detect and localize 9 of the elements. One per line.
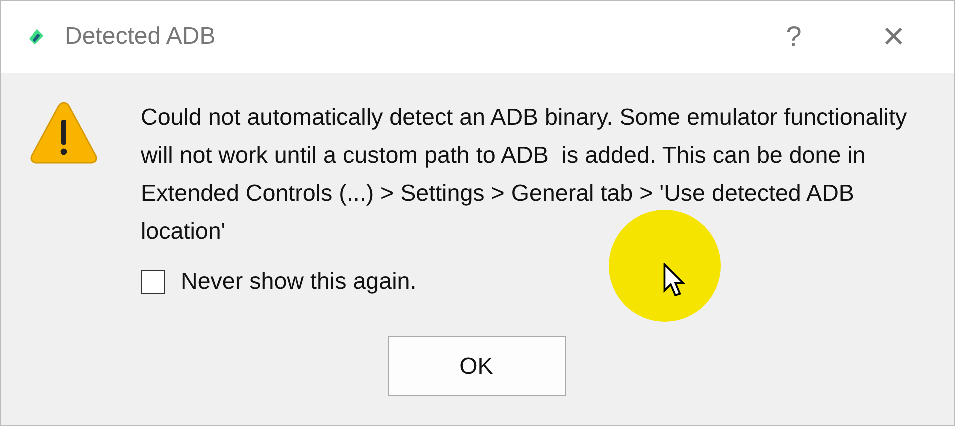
help-button[interactable]: ?	[744, 21, 844, 53]
ok-button[interactable]: OK	[388, 336, 566, 396]
warning-icon	[29, 100, 99, 166]
checkbox-label[interactable]: Never show this again.	[181, 268, 417, 295]
checkbox[interactable]	[141, 270, 165, 294]
close-button[interactable]: ×	[844, 16, 944, 58]
window-title: Detected ADB	[65, 23, 217, 51]
message-text: Could not automatically detect an ADB binary. Some emulator functionality will not work until a custom path to ADB is added. This can be done in Extended Controls (...) > Settings > General tab > 'Use detected ADB location'	[141, 103, 908, 246]
cursor-icon	[663, 263, 685, 297]
